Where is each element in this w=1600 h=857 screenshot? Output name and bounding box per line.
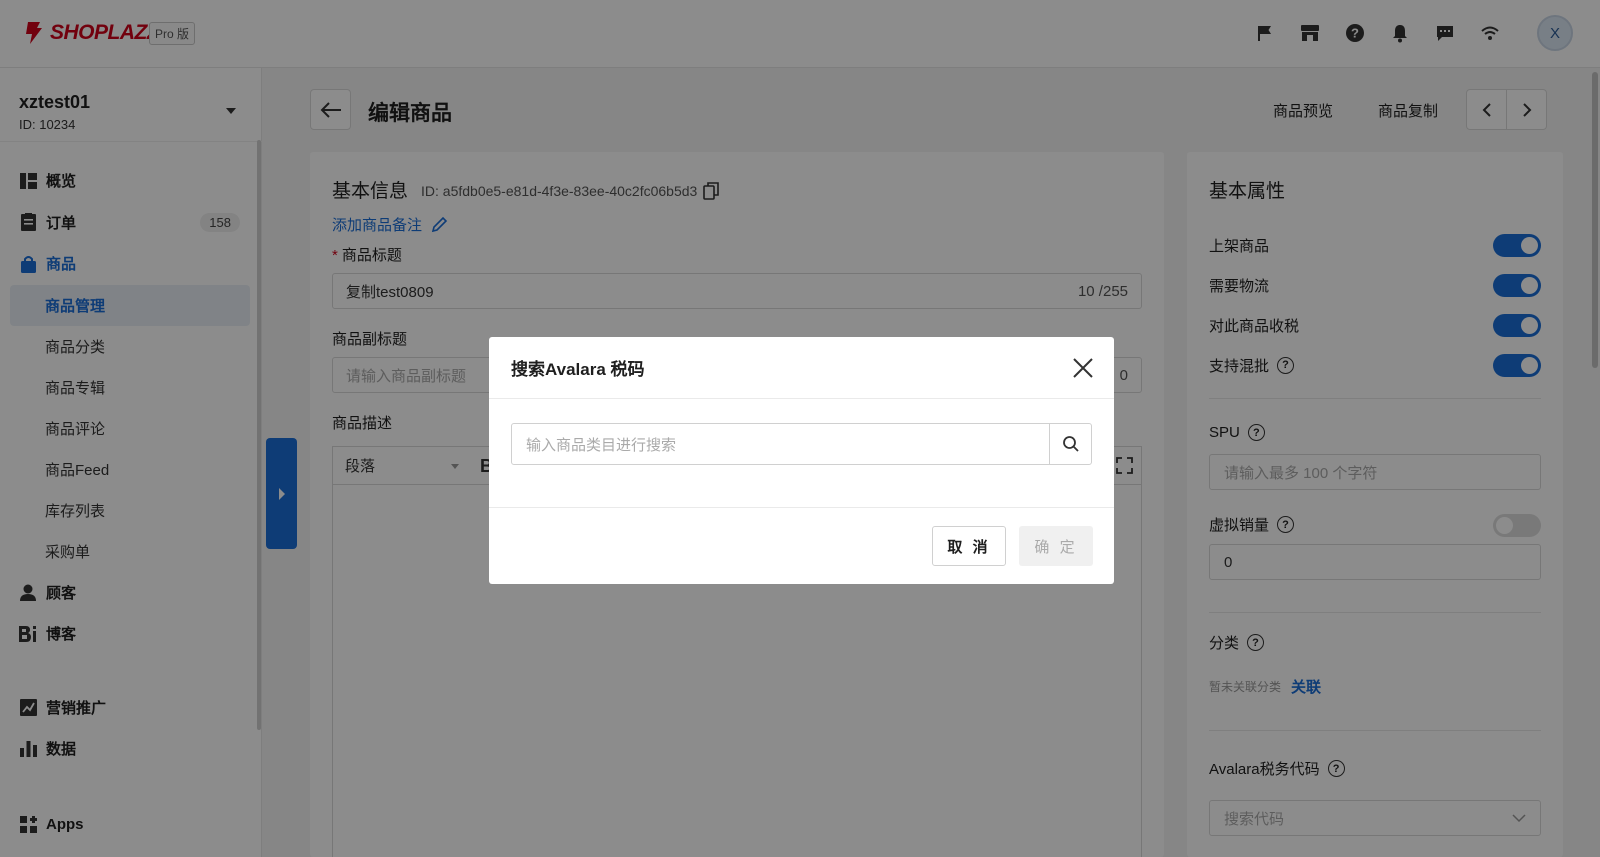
modal-title: 搜索Avalara 税码 bbox=[511, 360, 645, 379]
tax-code-search: 输入商品类目进行搜索 bbox=[511, 423, 1092, 465]
close-icon[interactable] bbox=[1072, 357, 1094, 379]
confirm-button[interactable]: 确 定 bbox=[1019, 526, 1093, 566]
avalara-search-modal: 搜索Avalara 税码 输入商品类目进行搜索 取 消 确 定 bbox=[489, 337, 1114, 584]
search-icon bbox=[1062, 436, 1079, 452]
modal-footer: 取 消 确 定 bbox=[489, 507, 1114, 584]
modal-header: 搜索Avalara 税码 bbox=[489, 337, 1114, 399]
cancel-button[interactable]: 取 消 bbox=[932, 526, 1006, 566]
search-button[interactable] bbox=[1049, 424, 1091, 464]
tax-code-search-input[interactable]: 输入商品类目进行搜索 bbox=[512, 424, 1049, 464]
